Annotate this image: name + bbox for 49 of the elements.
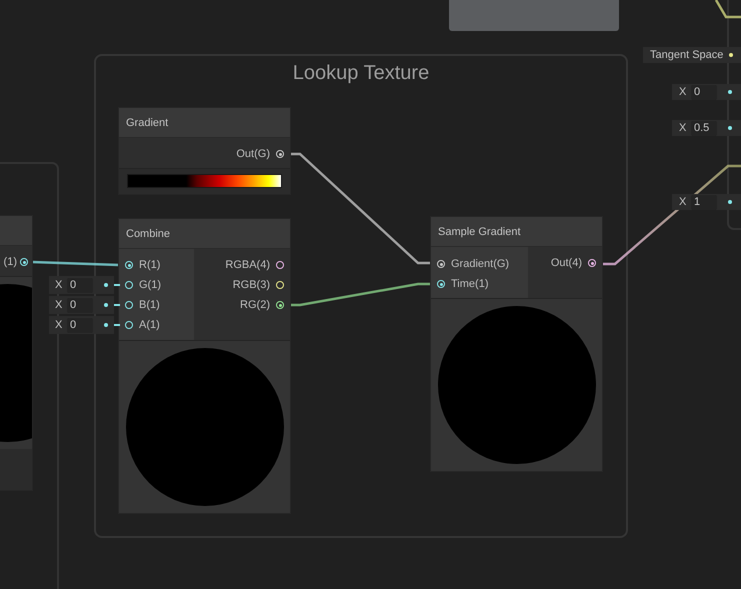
port-icon[interactable] xyxy=(125,281,133,289)
node-title: Combine xyxy=(126,228,170,240)
space-label[interactable]: Tangent Space xyxy=(650,49,724,61)
port-label: Out(G) xyxy=(236,148,270,160)
port-dot-icon xyxy=(104,323,108,327)
port-icon[interactable] xyxy=(437,280,445,288)
port-dot-icon xyxy=(104,283,108,287)
input-field[interactable]: 0 xyxy=(67,318,93,332)
node-title: Sample Gradient xyxy=(438,226,521,238)
port-icon[interactable] xyxy=(276,261,284,269)
port-dot-icon xyxy=(104,303,108,307)
port-label: (1) xyxy=(4,256,17,268)
port-label: RGBA(4) xyxy=(225,259,270,271)
wire xyxy=(714,0,741,18)
port-label: Gradient(G) xyxy=(451,258,510,270)
input-field[interactable]: 0 xyxy=(67,278,93,292)
port-icon[interactable] xyxy=(20,258,28,266)
port-icon[interactable] xyxy=(588,259,596,267)
port-icon[interactable] xyxy=(125,261,133,269)
input-field[interactable]: 0 xyxy=(691,84,717,100)
port-label: G(1) xyxy=(139,279,161,291)
wire xyxy=(114,304,120,306)
port-label: RG(2) xyxy=(240,299,270,311)
port-icon[interactable] xyxy=(437,260,445,268)
wire xyxy=(114,324,120,326)
port-icon[interactable] xyxy=(276,301,284,309)
port-icon[interactable] xyxy=(125,301,133,309)
input-field[interactable]: 1 xyxy=(691,194,717,210)
port-icon[interactable] xyxy=(276,281,284,289)
input-field[interactable]: 0 xyxy=(67,298,93,312)
axis-label: X xyxy=(55,279,63,291)
port-label: B(1) xyxy=(139,299,160,311)
port-label: RGB(3) xyxy=(232,279,270,291)
axis-label: X xyxy=(679,196,687,208)
port-label: A(1) xyxy=(139,319,160,331)
axis-label: X xyxy=(55,319,63,331)
axis-label: X xyxy=(55,299,63,311)
port-icon[interactable] xyxy=(276,150,284,158)
port-label: R(1) xyxy=(139,259,160,271)
node-title: Gradient xyxy=(126,116,168,128)
port-icon[interactable] xyxy=(125,321,133,329)
wire xyxy=(114,284,120,286)
port-label: Out(4) xyxy=(550,257,582,269)
port-label: Time(1) xyxy=(451,278,488,290)
gradient-swatch[interactable] xyxy=(127,174,282,188)
axis-label: X xyxy=(679,86,687,98)
input-field[interactable]: 0.5 xyxy=(691,120,717,136)
axis-label: X xyxy=(679,122,687,134)
group-title: Lookup Texture xyxy=(292,61,430,85)
